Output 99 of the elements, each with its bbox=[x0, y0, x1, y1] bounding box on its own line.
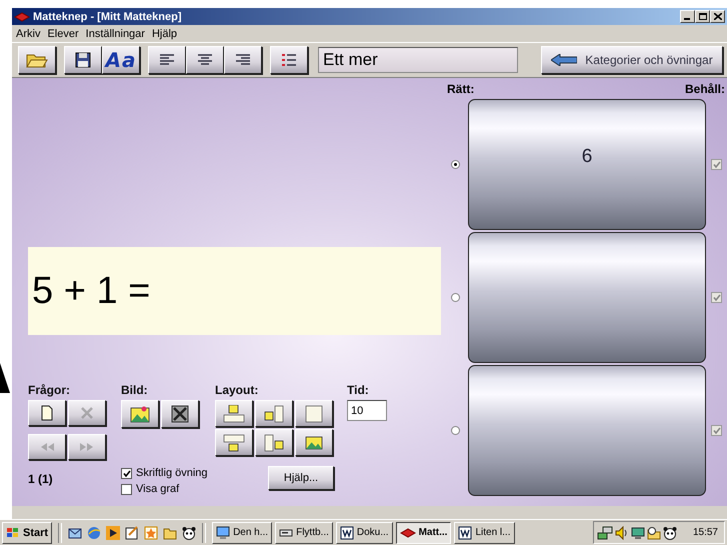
align-left-icon bbox=[159, 53, 175, 67]
monitor-icon bbox=[630, 526, 645, 540]
page-icon bbox=[41, 405, 53, 421]
check-icon bbox=[122, 470, 130, 476]
maximize-icon bbox=[698, 13, 706, 20]
list-button[interactable] bbox=[270, 46, 308, 74]
document-w-icon bbox=[458, 526, 472, 540]
checkbox-label[interactable]: Visa graf bbox=[136, 483, 180, 495]
column-header: Rätt: bbox=[447, 82, 474, 98]
picture-right-of-text-icon bbox=[264, 434, 284, 452]
taskbar-button[interactable]: Liten l... bbox=[454, 522, 514, 544]
taskbar-button[interactable]: Doku... bbox=[336, 522, 393, 544]
check-icon bbox=[712, 427, 720, 434]
windows-logo-icon bbox=[6, 526, 20, 538]
keep-checkbox[interactable] bbox=[711, 159, 722, 170]
categories-button[interactable]: Kategorier och övningar bbox=[541, 46, 723, 74]
layout-button[interactable] bbox=[255, 400, 293, 427]
picture-left-of-text-icon bbox=[264, 404, 284, 422]
play-icon[interactable] bbox=[106, 526, 120, 540]
check-icon bbox=[712, 161, 720, 168]
layout-button[interactable] bbox=[295, 400, 333, 427]
picture-icon bbox=[305, 436, 323, 450]
menu-item[interactable]: Arkiv bbox=[16, 28, 40, 40]
close-button[interactable] bbox=[710, 10, 725, 23]
section-label: Layout: bbox=[215, 383, 260, 397]
text-field[interactable]: Ett mer bbox=[318, 47, 518, 73]
menu-item[interactable]: Inställningar bbox=[86, 28, 145, 40]
folder-icon bbox=[26, 52, 48, 68]
cross-icon bbox=[81, 407, 93, 419]
layout-button[interactable] bbox=[215, 429, 253, 456]
answer-text: 6 bbox=[582, 146, 592, 169]
panda-icon[interactable] bbox=[182, 526, 196, 540]
radio-button[interactable] bbox=[451, 293, 460, 302]
maximize-button[interactable] bbox=[695, 10, 710, 23]
font-button[interactable]: Aa bbox=[102, 46, 140, 74]
network-icon bbox=[596, 526, 613, 540]
close-icon bbox=[714, 13, 722, 20]
menu-item[interactable]: Hjälp bbox=[152, 28, 178, 40]
clock: 15:57 bbox=[692, 527, 718, 538]
star-icon[interactable] bbox=[144, 526, 158, 540]
section-label: Frågor: bbox=[28, 383, 71, 397]
question-text: 5 + 1 = bbox=[28, 247, 441, 335]
document-w-icon bbox=[340, 526, 354, 540]
keep-checkbox[interactable] bbox=[711, 425, 722, 436]
globe-e-icon[interactable] bbox=[87, 526, 102, 540]
remove-picture-button[interactable] bbox=[161, 400, 199, 428]
align-left-button[interactable] bbox=[148, 46, 186, 74]
layout-button[interactable] bbox=[255, 429, 293, 456]
new-question-button[interactable] bbox=[28, 400, 66, 426]
picture-crossed-icon bbox=[171, 405, 189, 423]
menu-item[interactable]: Elever bbox=[47, 28, 79, 40]
picture-above-text-icon bbox=[223, 404, 245, 422]
help-button[interactable]: Hjälp... bbox=[268, 466, 334, 490]
insert-picture-button[interactable] bbox=[121, 400, 159, 428]
section-label: Tid: bbox=[347, 383, 370, 397]
taskbar-button[interactable]: Den h... bbox=[212, 522, 272, 544]
radio-button[interactable] bbox=[451, 160, 460, 169]
align-center-button[interactable] bbox=[186, 46, 224, 74]
column-header: Behåll: bbox=[684, 82, 725, 98]
speaker-icon bbox=[614, 526, 629, 540]
minimize-button[interactable] bbox=[680, 10, 695, 23]
triangle-icon bbox=[0, 363, 10, 393]
check-icon bbox=[712, 294, 720, 301]
text-area-icon bbox=[305, 404, 323, 422]
left-arrow-icon bbox=[551, 54, 578, 66]
radio-button[interactable] bbox=[451, 426, 460, 435]
start-button[interactable]: Start bbox=[2, 522, 52, 544]
answer-card[interactable] bbox=[468, 365, 706, 496]
align-center-icon bbox=[197, 53, 213, 67]
panda-icon bbox=[662, 526, 677, 540]
picture-below-text-icon bbox=[223, 434, 245, 452]
taskbar-button[interactable]: Flyttb... bbox=[275, 522, 333, 544]
align-right-icon bbox=[235, 53, 251, 67]
taskbar-button[interactable]: Matt... bbox=[396, 522, 452, 544]
answer-card[interactable] bbox=[468, 232, 706, 363]
layout-button[interactable] bbox=[295, 429, 333, 456]
rewind-icon bbox=[39, 443, 55, 451]
open-button[interactable] bbox=[18, 46, 56, 74]
section-label: Bild: bbox=[121, 383, 149, 397]
list-icon bbox=[281, 53, 297, 67]
envelope-icon[interactable] bbox=[68, 526, 82, 540]
fast-forward-icon bbox=[79, 443, 95, 451]
computer-icon bbox=[216, 526, 230, 540]
question-counter: 1 (1) bbox=[28, 472, 54, 486]
app-icon bbox=[14, 10, 30, 22]
answer-card[interactable]: 6 bbox=[468, 99, 706, 230]
save-button[interactable] bbox=[64, 46, 102, 74]
clock-folder-icon bbox=[646, 526, 661, 540]
checkbox-label[interactable]: Skriftlig övning bbox=[136, 467, 208, 479]
layout-button[interactable] bbox=[215, 400, 253, 427]
keep-checkbox[interactable] bbox=[711, 292, 722, 303]
picture-icon bbox=[130, 405, 150, 423]
folder-icon[interactable] bbox=[163, 526, 178, 540]
checkbox[interactable] bbox=[121, 484, 132, 494]
checkbox[interactable] bbox=[121, 468, 132, 478]
window-title: Matteknep - [Mitt Matteknep] bbox=[33, 10, 182, 22]
time-field[interactable]: 10 bbox=[347, 400, 387, 421]
align-right-button[interactable] bbox=[224, 46, 262, 74]
notepad-icon[interactable] bbox=[125, 526, 140, 540]
